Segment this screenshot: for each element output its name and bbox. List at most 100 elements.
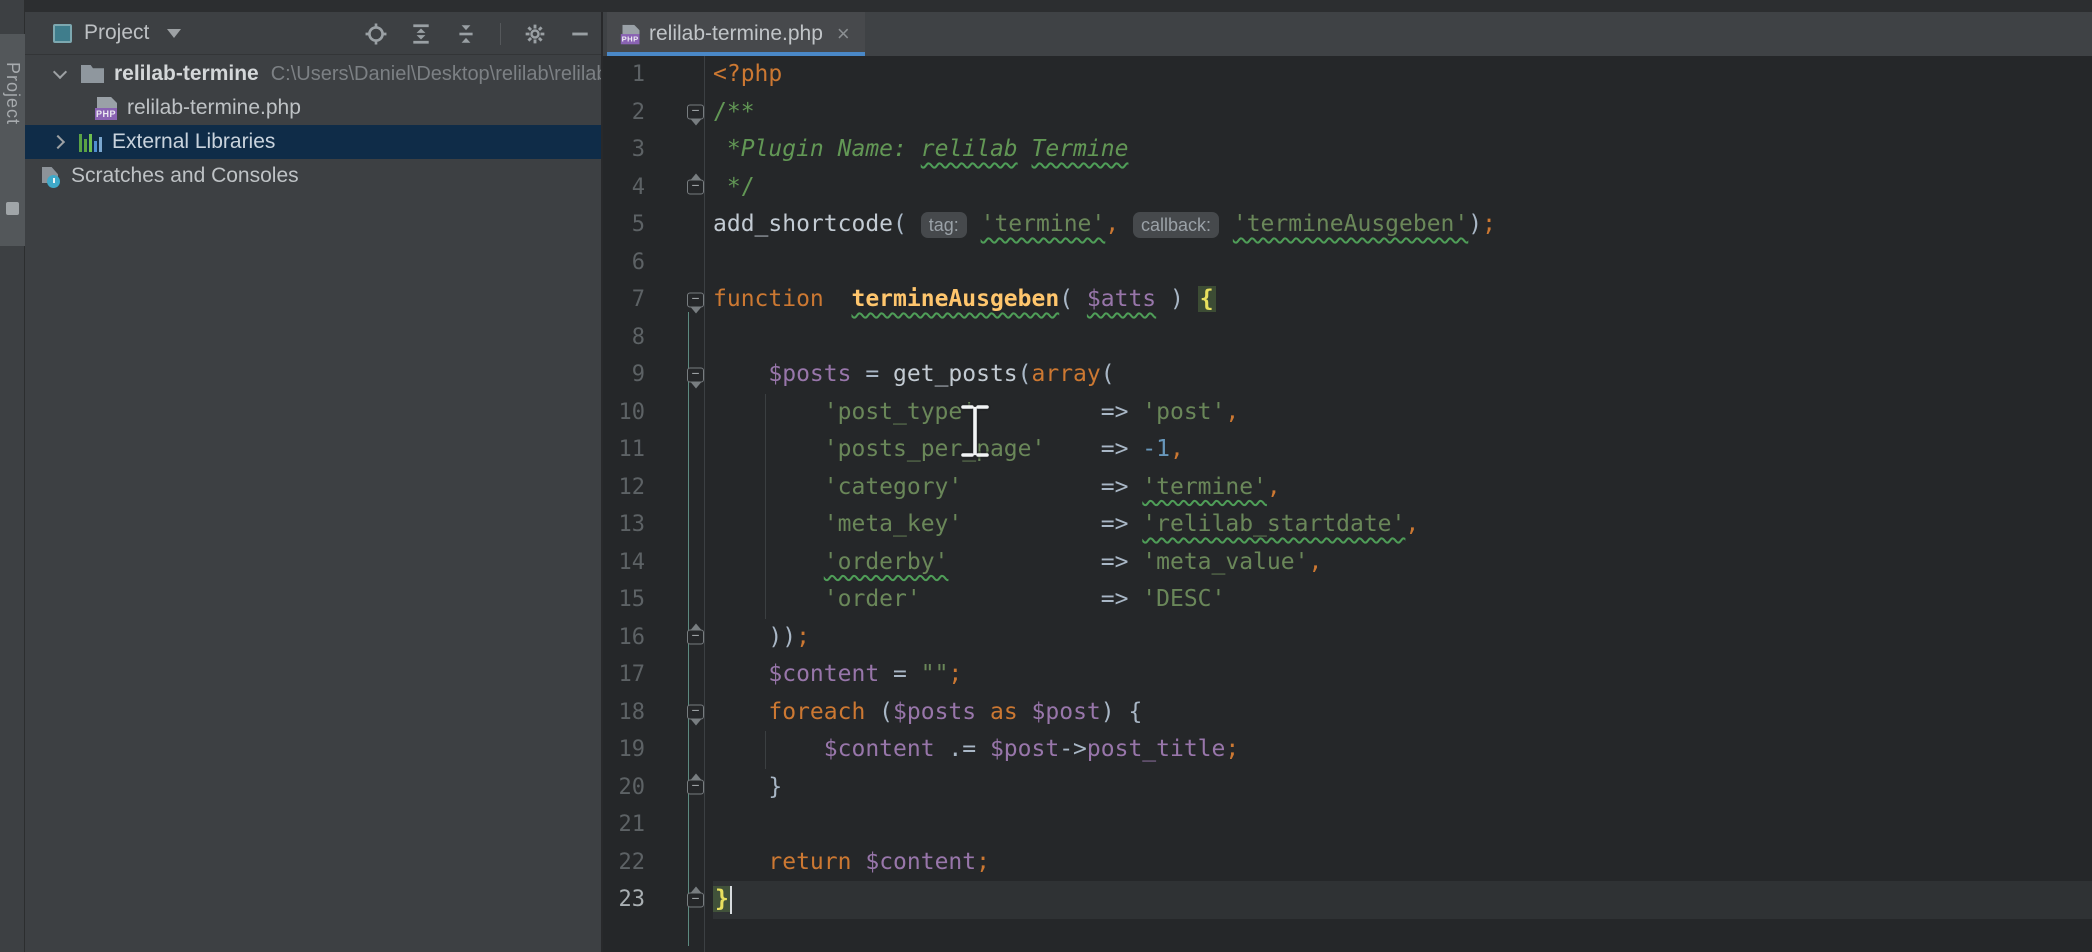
tab-title: relilab-termine.php <box>649 22 823 46</box>
line-number[interactable]: 13 <box>603 512 645 537</box>
fold-gutter: − <box>645 169 713 207</box>
code-line-2[interactable]: 2−/** <box>603 94 2092 132</box>
line-number[interactable]: 9 <box>603 362 645 387</box>
code-line-23[interactable]: 23−} <box>603 881 2092 919</box>
fold-gutter <box>645 656 713 694</box>
code-line-6[interactable]: 6 <box>603 244 2092 282</box>
code-text: $posts = get_posts(array( <box>713 356 2092 394</box>
tree-row-php-file[interactable]: PHP relilab-termine.php <box>25 91 601 125</box>
line-number[interactable]: 3 <box>603 137 645 162</box>
tool-window-stripe: Project <box>0 0 25 952</box>
line-number[interactable]: 5 <box>603 212 645 237</box>
fold-close-icon[interactable]: − <box>687 780 704 795</box>
line-number[interactable]: 11 <box>603 437 645 462</box>
tab-relilab-termine-php[interactable]: PHP relilab-termine.php × <box>607 12 865 56</box>
code-line-19[interactable]: 19 $content .= $post->post_title; <box>603 731 2092 769</box>
code-line-20[interactable]: 20 − } <box>603 769 2092 807</box>
code-line-5[interactable]: 5add_shortcode( tag: 'termine', callback… <box>603 206 2092 244</box>
line-number[interactable]: 17 <box>603 662 645 687</box>
collapse-all-icon[interactable] <box>455 23 477 45</box>
library-icon <box>79 132 102 152</box>
fold-gutter: − <box>645 881 713 919</box>
line-number[interactable]: 16 <box>603 625 645 650</box>
chevron-down-icon[interactable] <box>167 29 181 38</box>
chevron-down-icon[interactable] <box>53 65 67 79</box>
chevron-right-icon[interactable] <box>51 135 65 149</box>
fold-close-icon[interactable]: − <box>687 180 704 195</box>
panel-title: Project <box>84 21 149 45</box>
code-line-11[interactable]: 11 'posts_per_page' => -1, <box>603 431 2092 469</box>
code-line-7[interactable]: 7−function termineAusgeben( $atts ) { <box>603 281 2092 319</box>
code-line-15[interactable]: 15 'order' => 'DESC' <box>603 581 2092 619</box>
line-number[interactable]: 1 <box>603 62 645 87</box>
code-line-16[interactable]: 16− )); <box>603 619 2092 657</box>
line-number[interactable]: 4 <box>603 175 645 200</box>
code-line-21[interactable]: 21 <box>603 806 2092 844</box>
code-line-13[interactable]: 13 'meta_key' => 'relilab_startdate', <box>603 506 2092 544</box>
fold-gutter: − <box>645 619 713 657</box>
close-icon[interactable]: × <box>837 23 850 45</box>
line-number[interactable]: 20 <box>603 775 645 800</box>
locate-target-icon[interactable] <box>365 23 387 45</box>
line-number[interactable]: 22 <box>603 850 645 875</box>
window-top-strip <box>0 0 2092 12</box>
code-line-17[interactable]: 17 $content = ""; <box>603 656 2092 694</box>
expand-all-icon[interactable] <box>410 23 432 45</box>
fold-gutter <box>645 244 713 282</box>
project-stripe-button[interactable]: Project <box>0 34 25 246</box>
code-lines: 1<?php2−/**3 *Plugin Name: relilab Termi… <box>603 56 2092 919</box>
line-number[interactable]: 18 <box>603 700 645 725</box>
fold-gutter: − <box>645 281 713 319</box>
tree-row-scratches[interactable]: Scratches and Consoles <box>25 159 601 193</box>
code-text: 'orderby' => 'meta_value', <box>713 544 2092 582</box>
line-number[interactable]: 10 <box>603 400 645 425</box>
fold-gutter <box>645 431 713 469</box>
code-line-14[interactable]: 14 'orderby' => 'meta_value', <box>603 544 2092 582</box>
line-number[interactable]: 8 <box>603 325 645 350</box>
line-number[interactable]: 2 <box>603 100 645 125</box>
code-text: <?php <box>713 56 2092 94</box>
tree-row-external-libraries[interactable]: External Libraries <box>25 125 601 159</box>
code-line-10[interactable]: 10 'post_type' => 'post', <box>603 394 2092 432</box>
tree-row-project-root[interactable]: relilab-termine C:\Users\Daniel\Desktop\… <box>25 57 601 91</box>
line-number[interactable]: 12 <box>603 475 645 500</box>
code-line-1[interactable]: 1 <?php <box>603 56 2092 94</box>
code-line-12[interactable]: 12 'category' => 'termine', <box>603 469 2092 507</box>
code-text: } <box>713 769 2092 807</box>
php-file-icon: PHP <box>623 24 640 44</box>
line-number[interactable]: 14 <box>603 550 645 575</box>
tool-window-icon <box>6 202 19 215</box>
line-number[interactable]: 23 <box>603 887 645 912</box>
code-text: $content .= $post->post_title; <box>713 731 2092 769</box>
code-text: return $content; <box>713 844 2092 882</box>
fold-close-icon[interactable]: − <box>687 630 704 645</box>
fold-gutter <box>645 844 713 882</box>
code-editor[interactable]: 1<?php2−/**3 *Plugin Name: relilab Termi… <box>603 56 2092 952</box>
text-caret <box>730 886 732 914</box>
line-number[interactable]: 19 <box>603 737 645 762</box>
fold-gutter <box>645 731 713 769</box>
line-number[interactable]: 7 <box>603 287 645 312</box>
line-number[interactable]: 6 <box>603 250 645 275</box>
fold-open-icon[interactable]: − <box>687 105 704 120</box>
scratches-icon <box>41 166 61 186</box>
code-line-3[interactable]: 3 *Plugin Name: relilab Termine <box>603 131 2092 169</box>
fold-gutter: − <box>645 356 713 394</box>
scratches-label: Scratches and Consoles <box>71 164 299 188</box>
code-line-4[interactable]: 4− */ <box>603 169 2092 207</box>
code-line-22[interactable]: 22 return $content; <box>603 844 2092 882</box>
project-stripe-label: Project <box>2 62 23 125</box>
hide-panel-icon[interactable] <box>569 23 591 45</box>
parameter-hint: callback: <box>1133 212 1219 238</box>
code-text: $content = ""; <box>713 656 2092 694</box>
code-line-18[interactable]: 18− foreach ($posts as $post) { <box>603 694 2092 732</box>
code-line-8[interactable]: 8 <box>603 319 2092 357</box>
code-line-9[interactable]: 9 − $posts = get_posts(array( <box>603 356 2092 394</box>
line-number[interactable]: 15 <box>603 587 645 612</box>
fold-open-icon[interactable]: − <box>687 705 704 720</box>
fold-open-icon[interactable]: − <box>687 292 704 307</box>
settings-gear-icon[interactable] <box>524 23 546 45</box>
fold-close-icon[interactable]: − <box>687 892 704 907</box>
line-number[interactable]: 21 <box>603 812 645 837</box>
fold-open-icon[interactable]: − <box>687 367 704 382</box>
